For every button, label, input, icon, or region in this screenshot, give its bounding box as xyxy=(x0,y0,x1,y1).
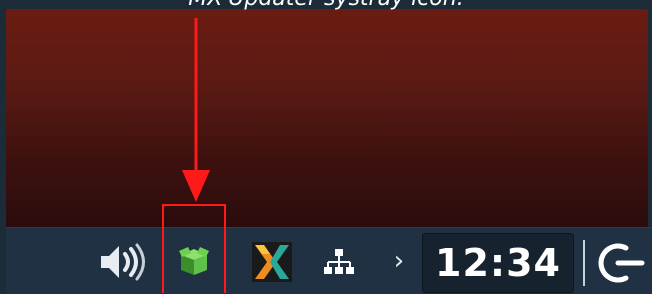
volume-icon[interactable] xyxy=(97,242,149,282)
clock-time: 12:34 xyxy=(435,241,561,285)
system-tray-panel: › 12:34 xyxy=(6,227,652,294)
kde-connect-icon[interactable] xyxy=(250,240,294,284)
network-icon[interactable] xyxy=(322,246,356,278)
screenshot-frame: MX-Updater systray icon. xyxy=(0,0,652,294)
chevron-right-icon[interactable]: › xyxy=(388,244,410,278)
power-icon[interactable] xyxy=(596,240,646,286)
clock-display[interactable]: 12:34 xyxy=(422,233,574,293)
panel-divider xyxy=(583,240,585,286)
annotation-highlight-box xyxy=(162,204,226,293)
annotation-caption: MX-Updater systray icon. xyxy=(0,0,652,11)
desktop-wallpaper xyxy=(6,9,648,227)
annotation-arrow xyxy=(182,18,210,202)
